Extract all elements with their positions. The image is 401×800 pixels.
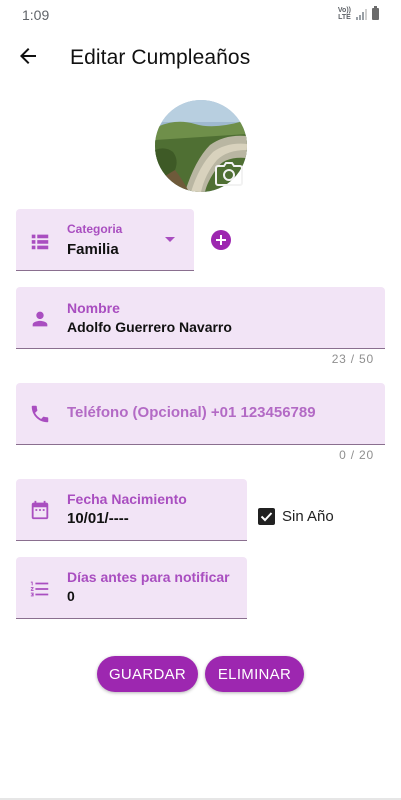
back-button[interactable]: [12, 40, 44, 72]
category-select[interactable]: Categoria Familia: [16, 209, 194, 271]
network-bottom-label: LTE: [338, 14, 351, 21]
birth-date-field[interactable]: Fecha Nacimiento 10/01/----: [16, 479, 247, 541]
page-title: Editar Cumpleaños: [70, 46, 251, 69]
camera-icon: [215, 162, 243, 186]
camera-button[interactable]: [215, 162, 243, 186]
battery-icon: [372, 6, 379, 20]
no-year-label: Sin Año: [282, 508, 334, 525]
name-label: Nombre: [67, 300, 120, 316]
phone-icon: [31, 405, 49, 423]
name-counter: 23 / 50: [331, 352, 374, 366]
arrow-left-icon: [20, 48, 36, 64]
category-value: Familia: [67, 241, 119, 258]
notify-days-value: 0: [67, 588, 75, 604]
checkbox-checked-icon: [258, 508, 275, 525]
name-value: Adolfo Guerrero Navarro: [67, 319, 232, 335]
person-icon: [32, 311, 48, 327]
birth-date-label: Fecha Nacimiento: [67, 491, 187, 507]
signal-icon: [356, 8, 367, 20]
avatar-container: [155, 100, 247, 192]
numbered-list-icon: [30, 581, 49, 597]
chevron-down-icon: [165, 237, 175, 242]
phone-placeholder: Teléfono (Opcional) +01 123456789: [67, 404, 316, 421]
category-label: Categoria: [67, 222, 123, 236]
network-top-label: Vo)): [337, 7, 351, 14]
birth-date-value: 10/01/----: [67, 510, 129, 527]
calendar-icon: [31, 500, 49, 520]
name-field[interactable]: Nombre Adolfo Guerrero Navarro: [16, 287, 385, 349]
add-category-button[interactable]: [211, 230, 231, 250]
status-time: 1:09: [22, 7, 50, 23]
delete-button[interactable]: ELIMINAR: [205, 656, 304, 692]
status-bar: 1:09 Vo)) LTE: [0, 0, 401, 30]
notify-days-field[interactable]: Días antes para notificar 0: [16, 557, 247, 619]
phone-field[interactable]: Teléfono (Opcional) +01 123456789: [16, 383, 385, 445]
list-icon: [31, 234, 49, 250]
notify-days-label: Días antes para notificar: [67, 569, 230, 585]
volte-icon: Vo)) LTE: [338, 7, 351, 21]
phone-counter: 0 / 20: [339, 448, 374, 462]
save-button[interactable]: GUARDAR: [97, 656, 198, 692]
no-year-checkbox[interactable]: Sin Año: [258, 508, 334, 525]
app-bar: Editar Cumpleaños: [0, 30, 401, 86]
status-icons: Vo)) LTE: [338, 6, 379, 21]
